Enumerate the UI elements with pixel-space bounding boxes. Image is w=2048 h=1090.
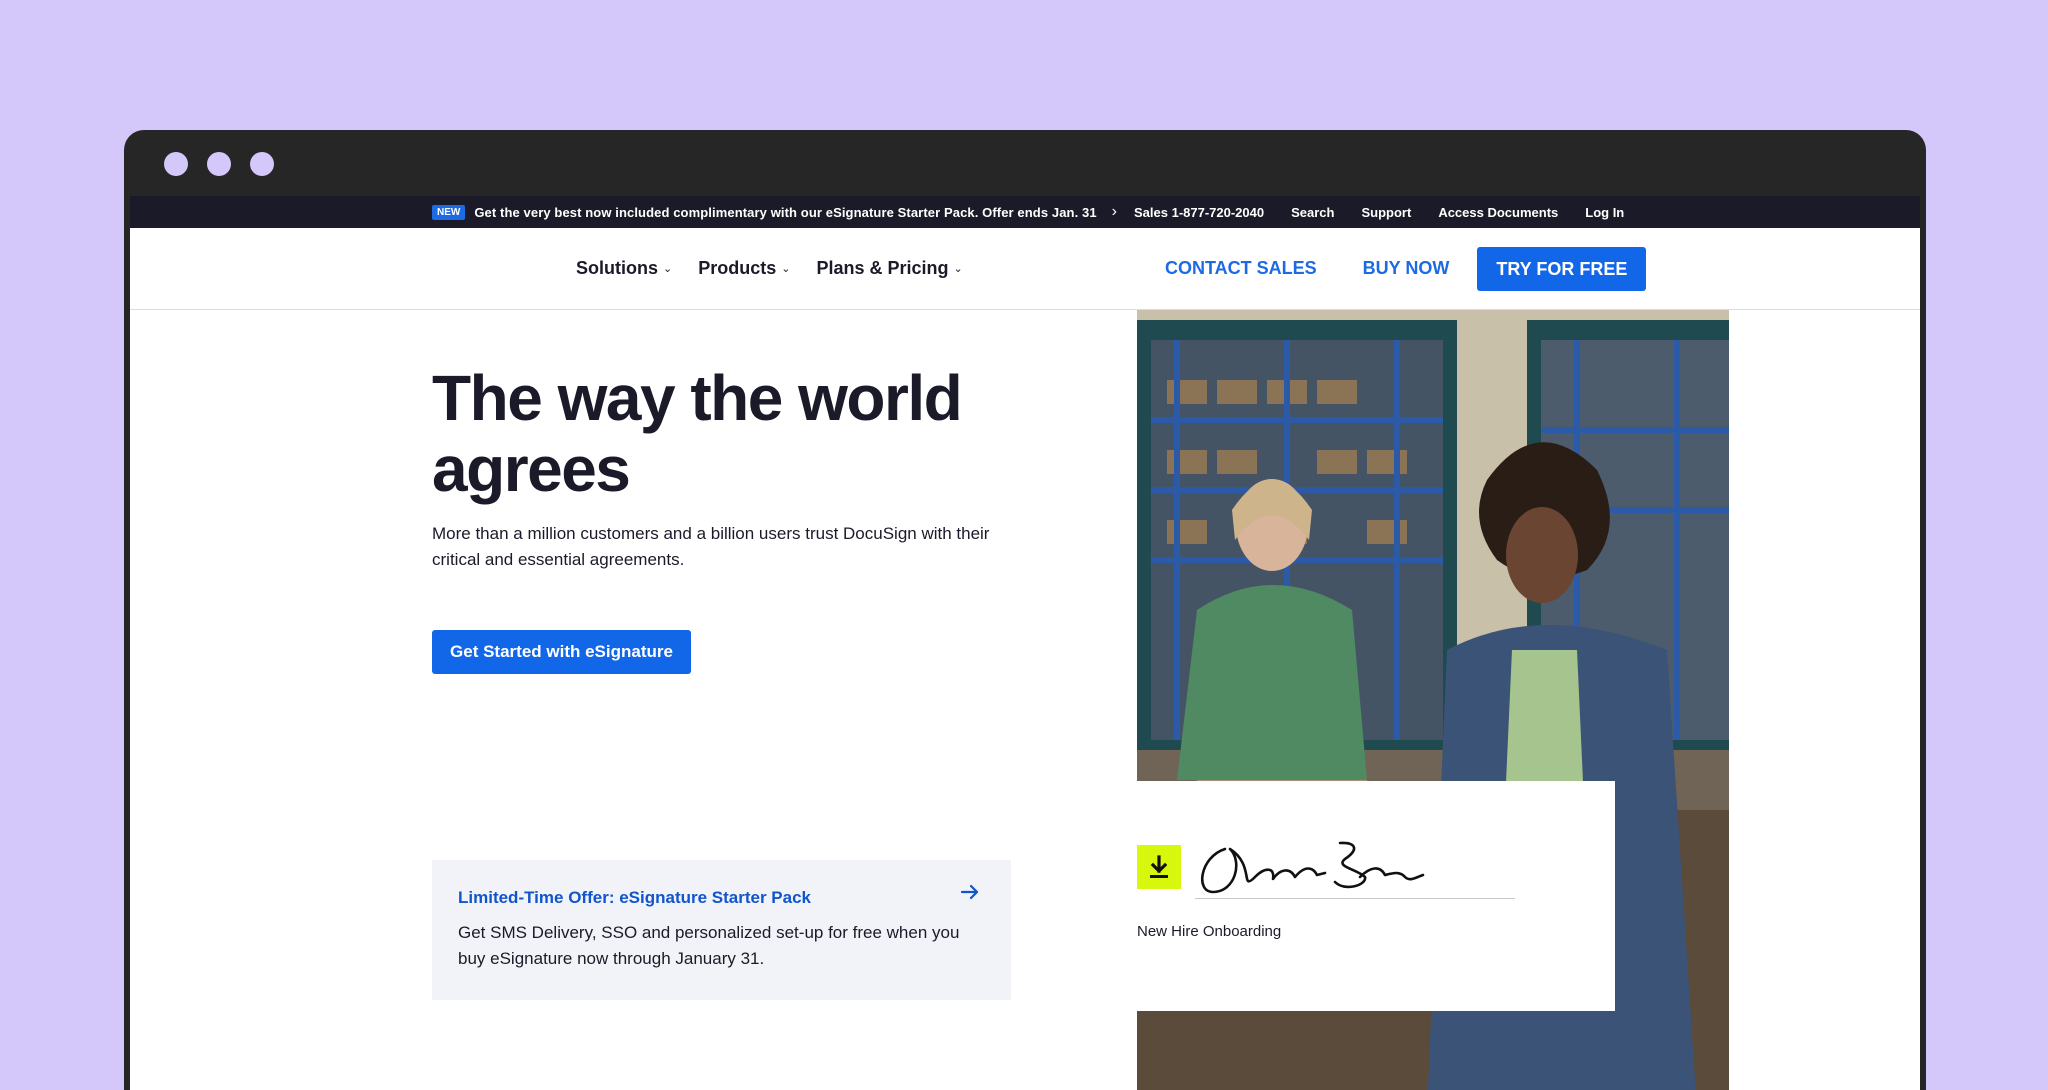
- main-menu: Solutions ⌄ Products ⌄ Plans & Pricing ⌄: [576, 228, 963, 309]
- chevron-down-icon: ⌄: [953, 263, 963, 275]
- buy-now-link[interactable]: BUY NOW: [1363, 258, 1450, 279]
- nav-item-label: Products: [698, 258, 777, 278]
- sales-phone-link[interactable]: Sales 1-877-720-2040: [1134, 205, 1264, 220]
- nav-item-solutions[interactable]: Solutions ⌄: [576, 258, 672, 279]
- arrow-right-icon[interactable]: [958, 880, 982, 904]
- window-dot-minimize[interactable]: [207, 152, 231, 176]
- download-icon[interactable]: [1137, 845, 1181, 889]
- browser-window: NEW Get the very best now included compl…: [124, 130, 1926, 1090]
- window-dot-maximize[interactable]: [250, 152, 274, 176]
- window-dot-close[interactable]: [164, 152, 188, 176]
- get-started-button[interactable]: Get Started with eSignature: [432, 630, 691, 674]
- search-link[interactable]: Search: [1291, 205, 1334, 220]
- offer-description: Get SMS Delivery, SSO and personalized s…: [458, 923, 960, 968]
- offer-card[interactable]: Limited-Time Offer: eSignature Starter P…: [432, 860, 1011, 1000]
- try-for-free-button[interactable]: TRY FOR FREE: [1477, 246, 1647, 291]
- chevron-down-icon: ⌄: [781, 263, 791, 275]
- nav-item-label: Plans & Pricing: [816, 258, 949, 278]
- page-viewport: NEW Get the very best now included compl…: [130, 196, 1920, 1090]
- new-badge: NEW: [432, 204, 466, 220]
- chevron-right-icon[interactable]: ›: [1112, 203, 1117, 221]
- promo-banner[interactable]: NEW Get the very best now included compl…: [432, 196, 1117, 228]
- main-nav: Solutions ⌄ Products ⌄ Plans & Pricing ⌄…: [130, 228, 1920, 310]
- hero-subtitle: More than a million customers and a bill…: [432, 524, 990, 569]
- offer-title[interactable]: Limited-Time Offer: eSignature Starter P…: [458, 888, 811, 908]
- access-documents-link[interactable]: Access Documents: [1438, 205, 1558, 220]
- promo-text[interactable]: Get the very best now included complimen…: [474, 205, 1096, 220]
- signature-card-label: New Hire Onboarding: [1137, 923, 1282, 940]
- nav-cta-group: CONTACT SALES BUY NOW TRY FOR FREE: [1165, 228, 1647, 309]
- nav-item-plans-pricing[interactable]: Plans & Pricing ⌄: [816, 258, 962, 279]
- signature-card: New Hire Onboarding: [1137, 781, 1615, 1011]
- signature-image: [1201, 841, 1425, 894]
- support-link[interactable]: Support: [1361, 205, 1411, 220]
- nav-item-products[interactable]: Products ⌄: [698, 258, 790, 279]
- utility-links: Sales 1-877-720-2040 Search Support Acce…: [1134, 196, 1624, 228]
- login-link[interactable]: Log In: [1585, 205, 1624, 220]
- contact-sales-link[interactable]: CONTACT SALES: [1165, 258, 1317, 279]
- window-controls: [164, 152, 274, 176]
- hero-title: The way the world agrees: [432, 362, 963, 505]
- chevron-down-icon: ⌄: [663, 263, 673, 275]
- utility-bar: NEW Get the very best now included compl…: [130, 196, 1920, 228]
- nav-item-label: Solutions: [576, 258, 658, 278]
- signature-line: [1195, 898, 1515, 899]
